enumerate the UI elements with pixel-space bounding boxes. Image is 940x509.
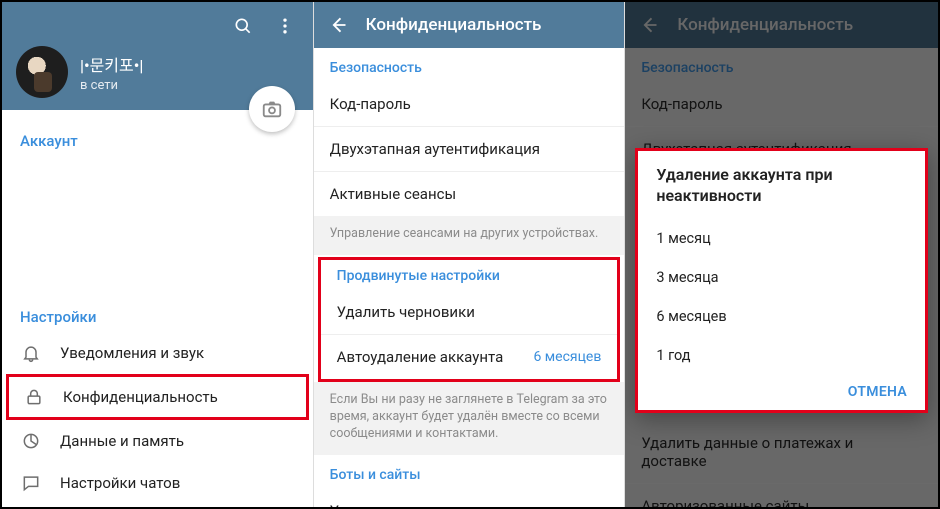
item-delete-drafts[interactable]: Удалить черновики (321, 290, 618, 334)
privacy-panel-dialog: Конфиденциальность Безопасность Код-паро… (625, 2, 938, 507)
bell-icon (20, 343, 42, 363)
settings-root-panel: |•문키포•| в сети Аккаунт Настройки Уведомл… (2, 2, 314, 507)
settings-item-label: Настройки чатов (60, 474, 180, 492)
back-icon[interactable] (328, 15, 348, 35)
avatar[interactable] (16, 46, 68, 98)
more-icon[interactable] (275, 16, 295, 36)
cancel-button[interactable]: ОТМЕНА (848, 384, 907, 400)
section-advanced: Продвинутые настройки (321, 260, 618, 290)
item-autodelete[interactable]: Автоудаление аккаунта 6 месяцев (321, 335, 618, 379)
settings-item-label: Конфиденциальность (63, 388, 218, 406)
hint-sessions: Управление сеансами на других устройства… (314, 216, 625, 255)
section-bots: Боты и сайты (314, 455, 625, 489)
privacy-panel: Конфиденциальность Безопасность Код-паро… (314, 2, 626, 507)
profile-name: |•문키포•| (80, 52, 143, 76)
search-icon[interactable] (233, 16, 253, 36)
item-sessions[interactable]: Активные сеансы (314, 172, 625, 216)
settings-item-chats[interactable]: Настройки чатов (2, 462, 313, 504)
settings-item-data[interactable]: Данные и память (2, 420, 313, 462)
highlight-advanced: Продвинутые настройки Удалить черновики … (318, 257, 621, 382)
chat-icon (20, 473, 42, 493)
settings-item-language[interactable]: Язык (2, 504, 313, 507)
settings-item-label: Уведомления и звук (60, 344, 204, 362)
hint-autodelete: Если Вы ни разу не заглянете в Telegram … (314, 382, 625, 455)
settings-item-notifications[interactable]: Уведомления и звук (2, 332, 313, 374)
settings-section-label: Настройки (2, 300, 313, 332)
highlight-privacy: Конфиденциальность (6, 374, 309, 420)
profile-status: в сети (80, 78, 143, 93)
profile-header: |•문키포•| в сети (2, 2, 313, 110)
panel-title: Конфиденциальность (366, 15, 542, 35)
autodelete-dialog: Удаление аккаунта при неактивности 1 мес… (635, 148, 928, 413)
dialog-option[interactable]: 6 месяцев (656, 297, 907, 336)
dialog-option[interactable]: 1 месяц (656, 219, 907, 258)
change-photo-button[interactable] (249, 86, 295, 132)
settings-item-privacy[interactable]: Конфиденциальность (9, 377, 306, 417)
item-passcode[interactable]: Код-пароль (314, 82, 625, 126)
item-autodelete-label: Автоудаление аккаунта (337, 348, 504, 366)
section-security: Безопасность (314, 48, 625, 82)
item-two-step[interactable]: Двухэтапная аутентификация (314, 127, 625, 171)
lock-icon (23, 387, 45, 407)
dialog-option[interactable]: 1 год (656, 336, 907, 375)
dialog-option[interactable]: 3 месяца (656, 258, 907, 297)
pie-icon (20, 431, 42, 451)
panel-header: Конфиденциальность (314, 2, 625, 48)
dialog-title: Удаление аккаунта при неактивности (656, 165, 907, 207)
item-autodelete-value: 6 месяцев (533, 349, 601, 365)
item-payment-data[interactable]: Удалить данные о платежах и доставке (314, 489, 625, 508)
settings-item-label: Данные и память (60, 432, 184, 450)
